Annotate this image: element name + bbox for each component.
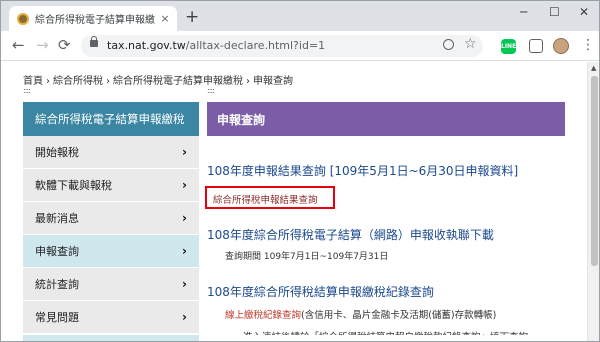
sidebar-item-label: 軟體下載與報稅	[35, 179, 112, 192]
breadcrumb: 首頁 › 綜合所得稅 › 綜合所得稅電子結算申報繳稅 › 申報查詢	[23, 72, 293, 87]
web-page: 首頁 › 綜合所得稅 › 綜合所得稅電子結算申報繳稅 › 申報查詢 :::: :::: 綜合…	[1, 62, 599, 341]
bookmark-star-icon[interactable]: ☆	[464, 36, 477, 52]
grip-icon: ::::	[23, 86, 31, 95]
reload-button[interactable]: ⟳	[58, 36, 71, 54]
sidebar-item-filing-query[interactable]: 申報查詢 ›	[23, 235, 199, 268]
tab-favicon-icon	[17, 12, 29, 25]
main-content: 申報查詢 108年度申報結果查詢 [109年5月1日~6月30日申報資料] 綜合…	[205, 102, 565, 335]
browser-tab[interactable]: 綜合所得稅電子結算申報繳稅-所 ×	[9, 6, 177, 31]
section-title-receipt-download[interactable]: 108年度綜合所得稅電子結算（網路）申報收執聯下載	[207, 226, 494, 243]
address-bar[interactable]: tax.nat.gov.tw/alltax-declare.html?id=1 …	[81, 35, 483, 57]
sidebar-footer-block	[23, 335, 199, 341]
back-button[interactable]: ←	[12, 36, 25, 54]
query-period-text: 查詢期間 109年7月1日~109年7月31日	[225, 252, 389, 262]
page-scrollbar[interactable]: ▲	[587, 62, 599, 341]
line-app-icon[interactable]: LINE	[501, 39, 516, 54]
zoom-icon[interactable]	[443, 39, 454, 50]
breadcrumb-income-tax[interactable]: 綜合所得稅	[53, 76, 103, 87]
breadcrumb-separator: ›	[106, 76, 110, 87]
tab-strip: 綜合所得稅電子結算申報繳稅-所 × + ─ ☐ ✕	[1, 1, 599, 31]
sidebar-item-software-download[interactable]: 軟體下載與報稅 ›	[23, 169, 199, 202]
scroll-up-arrow-icon[interactable]: ▲	[591, 64, 596, 72]
sidebar-item-statistics[interactable]: 統計查詢 ›	[23, 268, 199, 301]
sidebar-item-label: 統計查詢	[35, 278, 79, 291]
browser-window: 綜合所得稅電子結算申報繳稅-所 × + ─ ☐ ✕ ← → ⟳ tax.nat.…	[0, 0, 600, 342]
section-title-payment-records: 108年度綜合所得稅結算申報繳稅紀錄查詢	[207, 285, 434, 299]
breadcrumb-separator: ›	[246, 76, 250, 87]
menu-icon[interactable]: ⋮	[581, 37, 595, 53]
maximize-button[interactable]: ☐	[549, 5, 560, 19]
sidebar: 綜合所得稅電子結算申報繳稅 開始報稅 › 軟體下載與報稅 › 最新消息 › 申報…	[23, 102, 199, 334]
highlight-box: 綜合所得稅申報結果查詢	[205, 186, 335, 209]
profile-avatar[interactable]	[553, 38, 569, 54]
sidebar-item-label: 申報查詢	[35, 245, 79, 258]
content-header: 申報查詢	[207, 102, 565, 136]
payment-records-line: 線上繳稅紀錄查詢(含信用卡、晶片金融卡及活期(儲蓄)存款轉帳)	[225, 307, 496, 321]
payment-instructions-text: 進入連結後請於「綜合所得稅結算申報自繳稅款紀錄查詢」填下查詢	[243, 329, 528, 335]
chevron-right-icon: ›	[182, 178, 187, 192]
close-window-button[interactable]: ✕	[579, 5, 589, 19]
url-text[interactable]: tax.nat.gov.tw/alltax-declare.html?id=1	[107, 39, 325, 52]
browser-toolbar: ← → ⟳ tax.nat.gov.tw/alltax-declare.html…	[1, 31, 599, 61]
sidebar-item-start-filing[interactable]: 開始報稅 ›	[23, 136, 199, 169]
chevron-right-icon: ›	[182, 310, 187, 324]
grip-icon: ::::	[207, 86, 215, 95]
sidebar-item-news[interactable]: 最新消息 ›	[23, 202, 199, 235]
online-payment-record-link[interactable]: 線上繳稅紀錄查詢	[225, 310, 301, 321]
sidebar-item-label: 常見問題	[35, 311, 79, 324]
chevron-right-icon: ›	[182, 277, 187, 291]
breadcrumb-current: 申報查詢	[253, 76, 293, 87]
minimize-button[interactable]: ─	[520, 5, 527, 19]
breadcrumb-separator: ›	[46, 76, 50, 87]
forward-button[interactable]: →	[36, 36, 49, 54]
scroll-thumb[interactable]	[591, 76, 598, 266]
tab-title: 綜合所得稅電子結算申報繳稅-所	[35, 15, 155, 26]
new-tab-button[interactable]: +	[185, 8, 199, 26]
sidebar-item-label: 最新消息	[35, 212, 79, 225]
chevron-right-icon: ›	[182, 244, 187, 258]
payment-methods-note: (含信用卡、晶片金融卡及活期(儲蓄)存款轉帳)	[301, 310, 497, 321]
breadcrumb-e-filing[interactable]: 綜合所得稅電子結算申報繳稅	[113, 76, 243, 87]
extension-icon[interactable]	[529, 39, 543, 53]
filing-results-query-link[interactable]: 綜合所得稅申報結果查詢	[213, 192, 318, 206]
sidebar-item-faq[interactable]: 常見問題 ›	[23, 301, 199, 334]
tab-close-icon[interactable]: ×	[159, 12, 171, 25]
lock-icon[interactable]	[90, 36, 98, 47]
chevron-right-icon: ›	[182, 211, 187, 225]
section-title-filing-results: 108年度申報結果查詢 [109年5月1日~6月30日申報資料]	[207, 164, 519, 178]
chevron-right-icon: ›	[182, 145, 187, 159]
sidebar-item-label: 開始報稅	[35, 146, 79, 159]
sidebar-header: 綜合所得稅電子結算申報繳稅	[23, 102, 199, 136]
